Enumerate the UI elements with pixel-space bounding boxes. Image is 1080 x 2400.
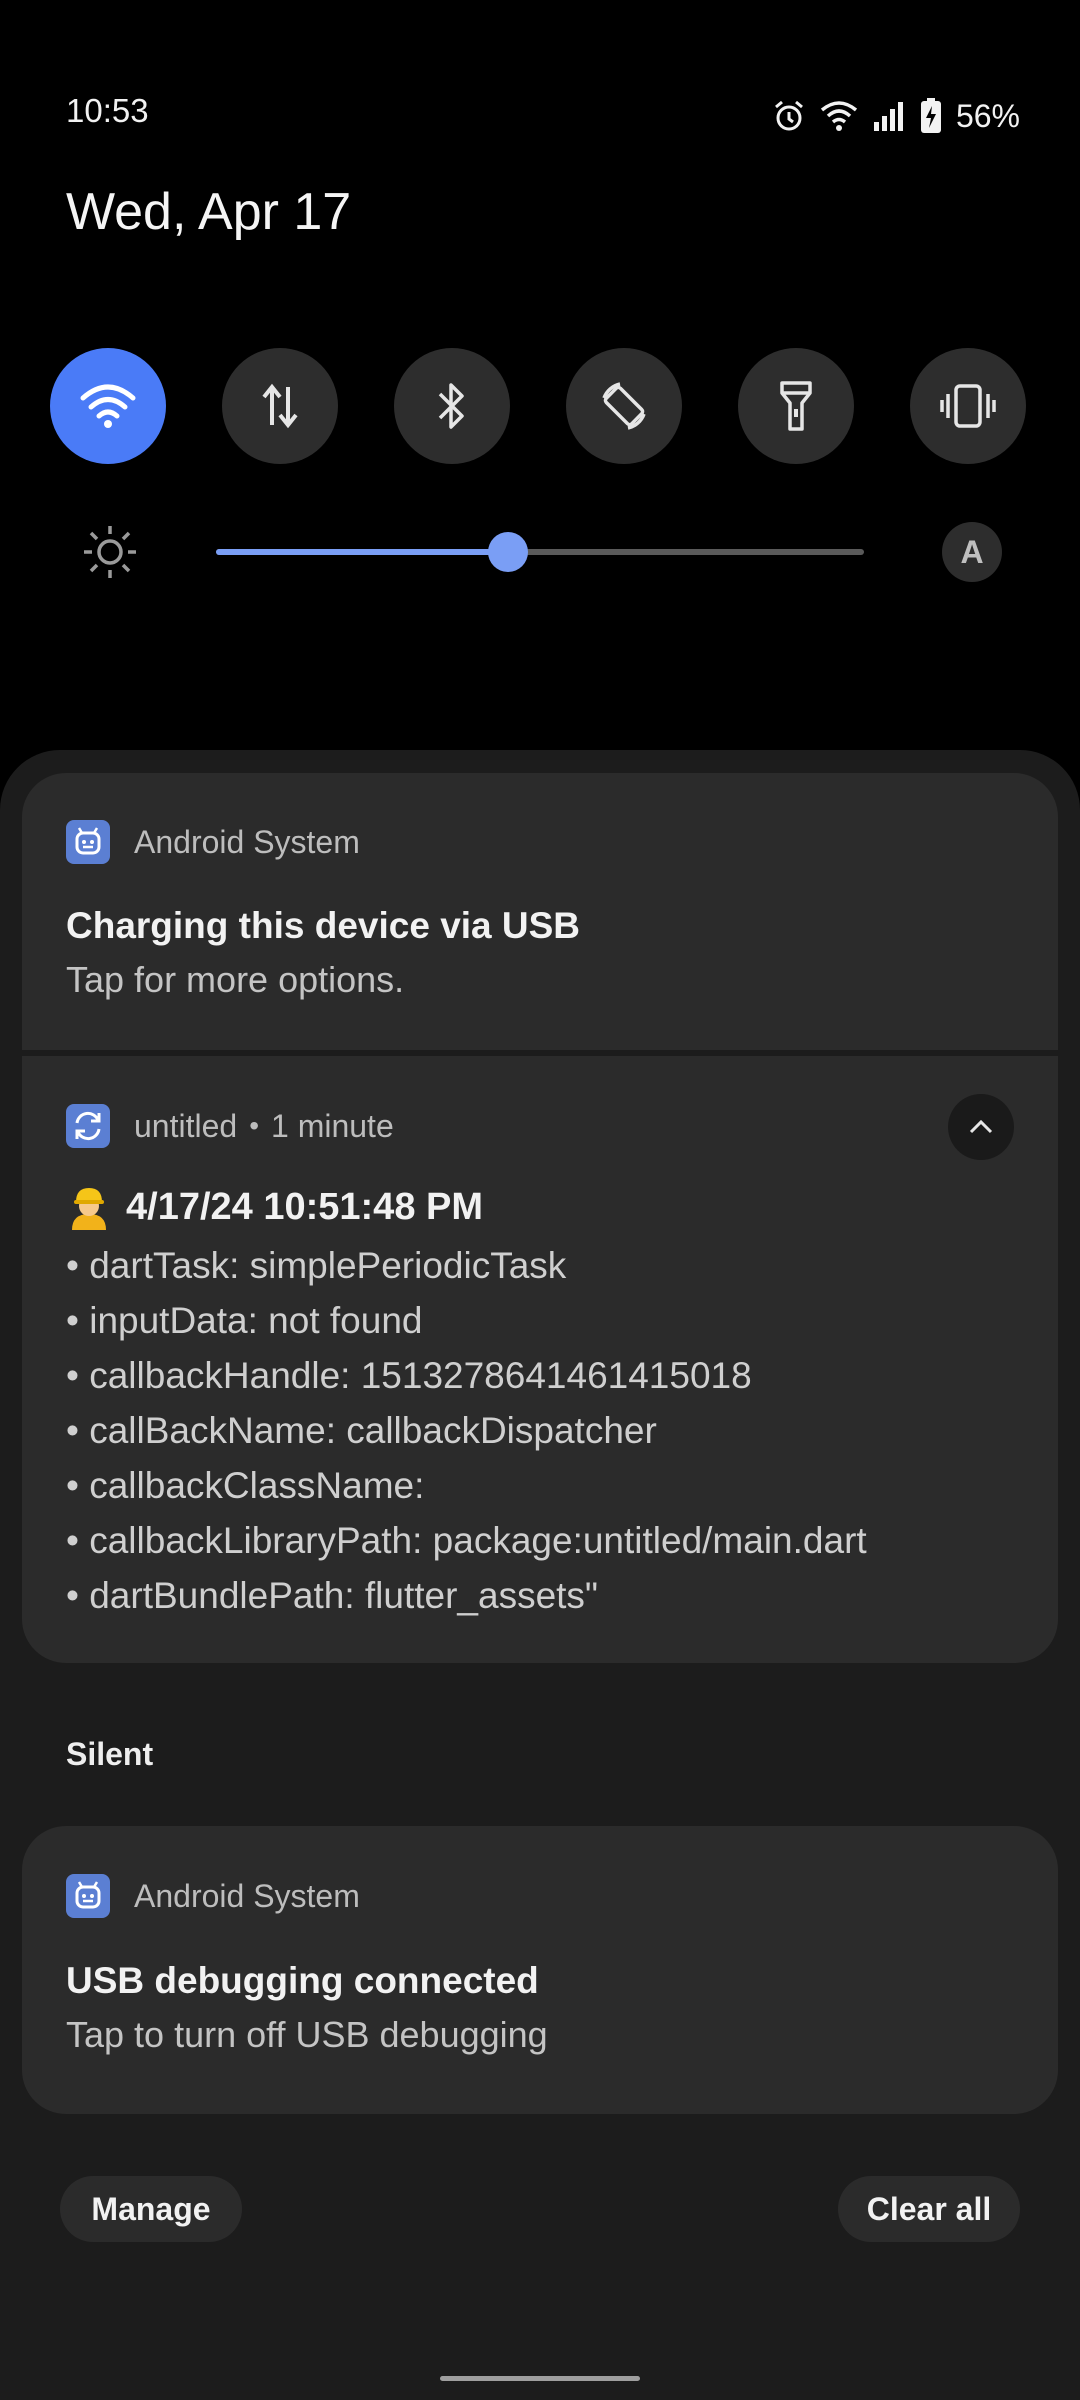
rotate-icon — [602, 382, 646, 430]
construction-worker-icon — [72, 1188, 106, 1230]
notification-untitled[interactable]: untitled • 1 minute 4/17/24 10:51:48 PM … — [22, 1056, 1058, 1663]
notification-time: 1 minute — [271, 1107, 394, 1144]
battery-charging-icon — [920, 98, 942, 134]
tile-bluetooth[interactable] — [394, 348, 510, 464]
clear-all-button[interactable]: Clear all — [838, 2176, 1020, 2242]
body-line: • callbackClassName: — [66, 1465, 425, 1506]
alarm-icon — [772, 99, 806, 133]
notification-title-row: 4/17/24 10:51:48 PM — [66, 1184, 483, 1230]
android-system-icon — [66, 820, 110, 864]
app-name: untitled — [134, 1107, 238, 1144]
date-label: Wed, Apr 17 — [66, 183, 352, 241]
flashlight-icon — [780, 381, 812, 431]
body-line: • callbackLibraryPath: package:untitled/… — [66, 1520, 867, 1561]
data-arrows-icon — [262, 383, 298, 429]
notification-header: untitled • 1 minute — [66, 1104, 394, 1148]
notification-title: USB debugging connected — [66, 1960, 539, 2001]
app-name: Android System — [134, 1877, 360, 1914]
status-time: 10:53 — [66, 92, 149, 129]
notification-text: Tap to turn off USB debugging — [66, 2014, 548, 2055]
body-line: • callbackHandle: 1513278641461415018 — [66, 1355, 752, 1396]
notification-text: Tap for more options. — [66, 959, 405, 1000]
tile-wifi[interactable] — [50, 348, 166, 464]
android-system-icon — [66, 1874, 110, 1918]
brightness-fill — [216, 549, 508, 555]
body-line: • dartTask: simplePeriodicTask — [66, 1245, 567, 1286]
vibrate-icon — [940, 384, 996, 428]
tile-vibrate[interactable] — [910, 348, 1026, 464]
status-icons: 56% — [772, 96, 1020, 136]
separator-dot: • — [249, 1110, 259, 1141]
body-line: • dartBundlePath: flutter_assets" — [66, 1575, 599, 1616]
manage-button[interactable]: Manage — [60, 2176, 242, 2242]
signal-icon — [872, 100, 906, 132]
brightness-slider[interactable] — [216, 532, 864, 572]
brightness-sun-icon — [84, 526, 136, 578]
notification-header: Android System — [66, 820, 360, 864]
collapse-button[interactable] — [948, 1094, 1014, 1160]
notification-usb-charging[interactable]: Android System Charging this device via … — [22, 773, 1058, 1050]
brightness-thumb[interactable] — [487, 532, 528, 572]
tile-mobile-data[interactable] — [222, 348, 338, 464]
notification-shade: 10:53 56% Wed, Apr 17 A Android System C… — [0, 0, 1080, 2400]
notification-title: Charging this device via USB — [66, 905, 581, 946]
sync-icon — [66, 1104, 110, 1148]
notification-body: • dartTask: simplePeriodicTask • inputDa… — [66, 1238, 867, 1623]
auto-brightness-button[interactable]: A — [942, 522, 1002, 582]
wifi-icon — [80, 384, 136, 428]
tile-auto-rotate[interactable] — [566, 348, 682, 464]
silent-section-label: Silent — [66, 1736, 154, 1772]
app-name: Android System — [134, 823, 360, 860]
battery-percent: 56% — [955, 97, 1020, 134]
notification-title: 4/17/24 10:51:48 PM — [126, 1185, 484, 1228]
brightness-control: A — [80, 512, 1002, 592]
tile-flashlight[interactable] — [738, 348, 854, 464]
wifi-icon — [820, 100, 858, 132]
chevron-up-icon — [969, 1119, 993, 1134]
home-indicator[interactable] — [440, 2376, 640, 2381]
notification-usb-debugging[interactable]: Android System USB debugging connected T… — [22, 1826, 1058, 2114]
quick-settings-tiles — [50, 348, 1026, 464]
notification-header: Android System — [66, 1874, 360, 1918]
body-line: • inputData: not found — [66, 1300, 423, 1341]
bluetooth-icon — [438, 383, 464, 429]
body-line: • callBackName: callbackDispatcher — [66, 1410, 657, 1451]
